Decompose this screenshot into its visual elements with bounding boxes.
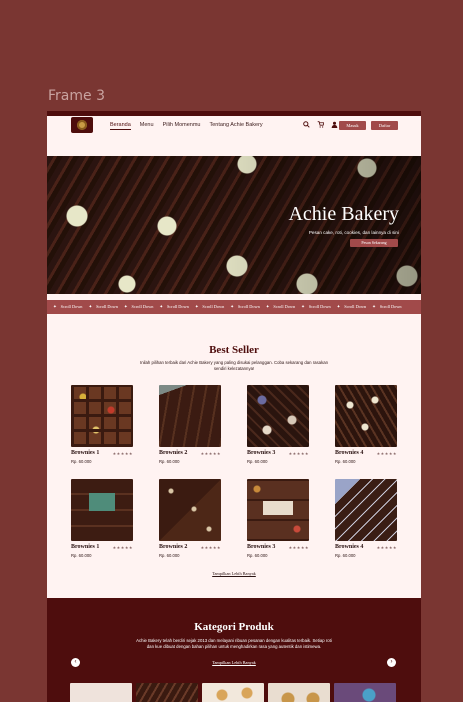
star-icon: ✦ [336,304,341,309]
star-icon: ✦ [159,304,163,309]
product-card[interactable]: Brownies 4 ★★★★★ Rp. 60.000 [335,479,397,558]
best-seller-description: Inilah pilihan terbaik dari Achie Bakery… [140,360,328,371]
logo-emblem-icon [77,120,87,130]
cart-icon[interactable] [316,121,324,129]
navbar: Beranda Menu Pilih Momenmu Tentang Achie… [47,116,421,138]
nav-item-pilih-momenmu[interactable]: Pilih Momenmu [163,122,201,130]
rating-stars: ★★★★★ [376,545,397,550]
product-name: Brownies 4 [335,544,364,550]
product-price: Rp. 60.000 [71,459,92,464]
product-photo [247,479,309,541]
star-icon: ✦ [372,304,376,309]
product-photo [335,479,397,541]
product-name: Brownies 3 [247,450,276,456]
product-price: Rp. 60.000 [247,553,268,558]
marquee-item: ✦ Scroll Down [301,304,331,309]
star-icon: ✦ [265,304,270,309]
nav-item-tentang[interactable]: Tentang Achie Bakery [209,122,262,130]
next-arrow-icon[interactable]: › [387,658,396,667]
rating-stars: ★★★★★ [112,545,133,550]
daftar-button[interactable]: Daftar [371,121,398,130]
masuk-button[interactable]: Masuk [339,121,366,130]
product-photo [159,479,221,541]
frame-label: Frame 3 [48,88,105,104]
star-icon: ✦ [194,304,199,309]
rating-stars: ★★★★★ [200,545,221,550]
product-card[interactable]: Brownies 1 ★★★★★ Rp. 60.000 [71,385,133,464]
hero-title: Achie Bakery [288,203,399,225]
kategori-description: Achie Bakery telah berdiri sejak 2013 da… [136,638,332,649]
product-photo [159,385,221,447]
product-photo [247,385,309,447]
marquee-item: ✦ Scroll Down [372,304,402,309]
rating-stars: ★★★★★ [376,451,397,456]
nav-icons [302,121,338,129]
product-card[interactable]: Brownies 3 ★★★★★ Rp. 60.000 [247,385,309,464]
marquee-item: ✦ Scroll Down [265,304,296,309]
product-card[interactable]: Brownies 1 ★★★★★ Rp. 60.000 [71,479,133,558]
product-name: Brownies 3 [247,544,276,550]
marquee-item: ✦ Scroll Down [123,304,154,309]
nav-menu: Beranda Menu Pilih Momenmu Tentang Achie… [110,122,263,130]
best-seller-more-link[interactable]: Tampilkan Lebih Banyak [47,571,421,576]
product-price: Rp. 60.000 [335,459,356,464]
marquee-item: ✦ Scroll Down [336,304,367,309]
star-icon: ✦ [53,304,57,309]
product-card[interactable]: Brownies 3 ★★★★★ Rp. 60.000 [247,479,309,558]
marquee-item: ✦ Scroll Down [230,304,260,309]
product-price: Rp. 60.000 [159,459,180,464]
product-name: Brownies 1 [71,450,100,456]
rating-stars: ★★★★★ [200,451,221,456]
product-photo [71,479,133,541]
product-price: Rp. 60.000 [247,459,268,464]
product-photo [335,385,397,447]
star-icon: ✦ [123,304,128,309]
prev-arrow-icon[interactable]: ‹ [71,658,80,667]
rating-stars: ★★★★★ [288,451,309,456]
marquee-item: ✦ Scroll Down [88,304,118,309]
product-card[interactable]: Brownies 2 ★★★★★ Rp. 60.000 [159,479,221,558]
user-icon[interactable] [330,121,338,129]
nav-item-beranda[interactable]: Beranda [110,122,131,130]
best-seller-title: Best Seller [209,344,259,356]
star-icon: ✦ [230,304,234,309]
nav-item-menu[interactable]: Menu [140,122,154,130]
kategori-section: Kategori Produk Achie Bakery telah berdi… [47,598,421,702]
kategori-thumb[interactable] [268,683,330,702]
marquee-item: ✦ Scroll Down [53,304,83,309]
rating-stars: ★★★★★ [288,545,309,550]
product-name: Brownies 1 [71,544,100,550]
product-name: Brownies 2 [159,450,188,456]
kategori-more-link[interactable]: Tampilkan Lebih Banyak [47,660,421,665]
product-card[interactable]: Brownies 4 ★★★★★ Rp. 60.000 [335,385,397,464]
star-icon: ✦ [88,304,93,309]
marquee-item: ✦ Scroll Down [159,304,189,309]
page: Beranda Menu Pilih Momenmu Tentang Achie… [47,111,421,702]
search-icon[interactable] [302,121,310,129]
kategori-thumb[interactable] [334,683,396,702]
rating-stars: ★★★★★ [112,451,133,456]
kategori-thumb[interactable] [202,683,264,702]
product-card[interactable]: Brownies 2 ★★★★★ Rp. 60.000 [159,385,221,464]
pesan-sekarang-button[interactable]: Pesan Sekarang [350,239,398,247]
product-photo [71,385,133,447]
kategori-title: Kategori Produk [194,621,274,633]
hero-subtitle: Pesan cake, roti, cookies, dan lainnya d… [308,230,399,235]
product-price: Rp. 60.000 [335,553,356,558]
product-price: Rp. 60.000 [159,553,180,558]
kategori-thumb[interactable] [70,683,132,702]
marquee-item: ✦ Scroll Down [194,304,225,309]
logo[interactable] [71,117,93,133]
scroll-marquee: ✦ Scroll Down ✦ Scroll Down ✦ Scroll Down ✦… [47,300,421,314]
product-name: Brownies 2 [159,544,188,550]
product-name: Brownies 4 [335,450,364,456]
hero-banner: Achie Bakery Pesan cake, roti, cookies, … [47,156,421,294]
kategori-thumb[interactable] [136,683,198,702]
product-price: Rp. 60.000 [71,553,92,558]
star-icon: ✦ [301,304,305,309]
kategori-carousel [70,683,396,702]
